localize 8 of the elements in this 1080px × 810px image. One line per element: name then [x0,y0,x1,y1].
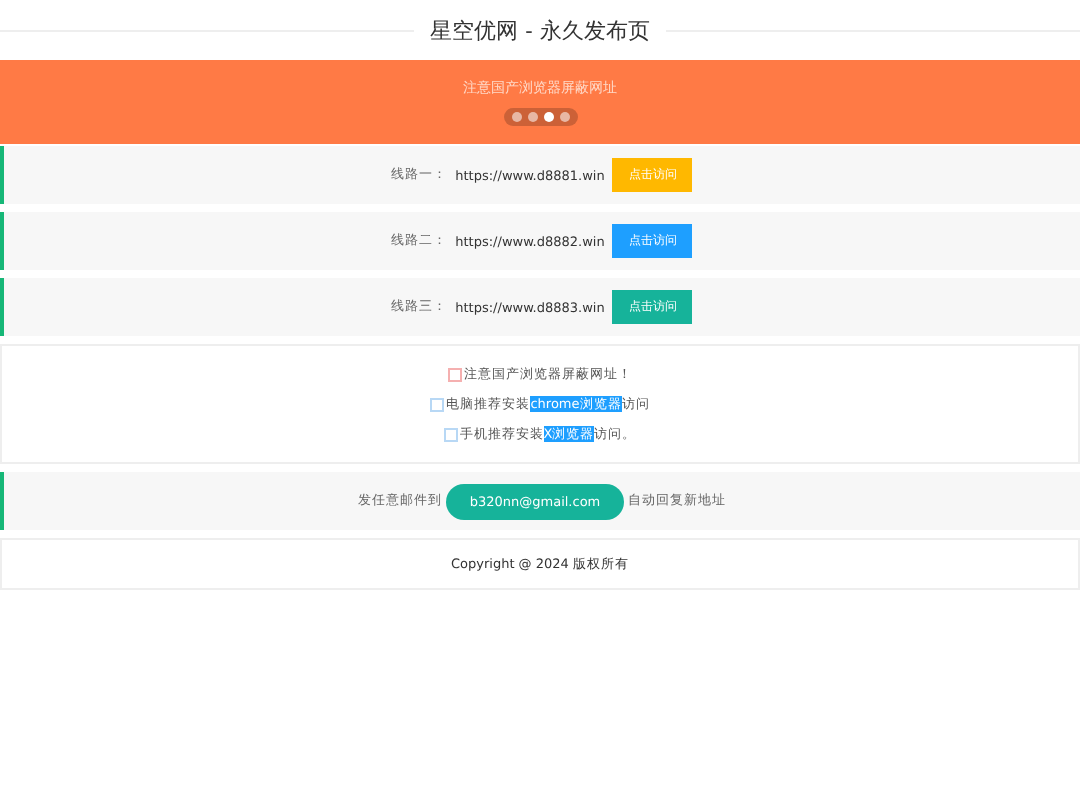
square-icon [443,427,458,441]
square-icon [430,397,445,411]
carousel-dot[interactable] [559,112,569,122]
carousel-dot[interactable] [511,112,521,122]
carousel-dot[interactable] [527,112,537,122]
carousel-dot[interactable] [543,112,553,122]
square-icon [448,367,462,381]
page-title: 星空优网 - 永久发布页 [430,15,650,45]
